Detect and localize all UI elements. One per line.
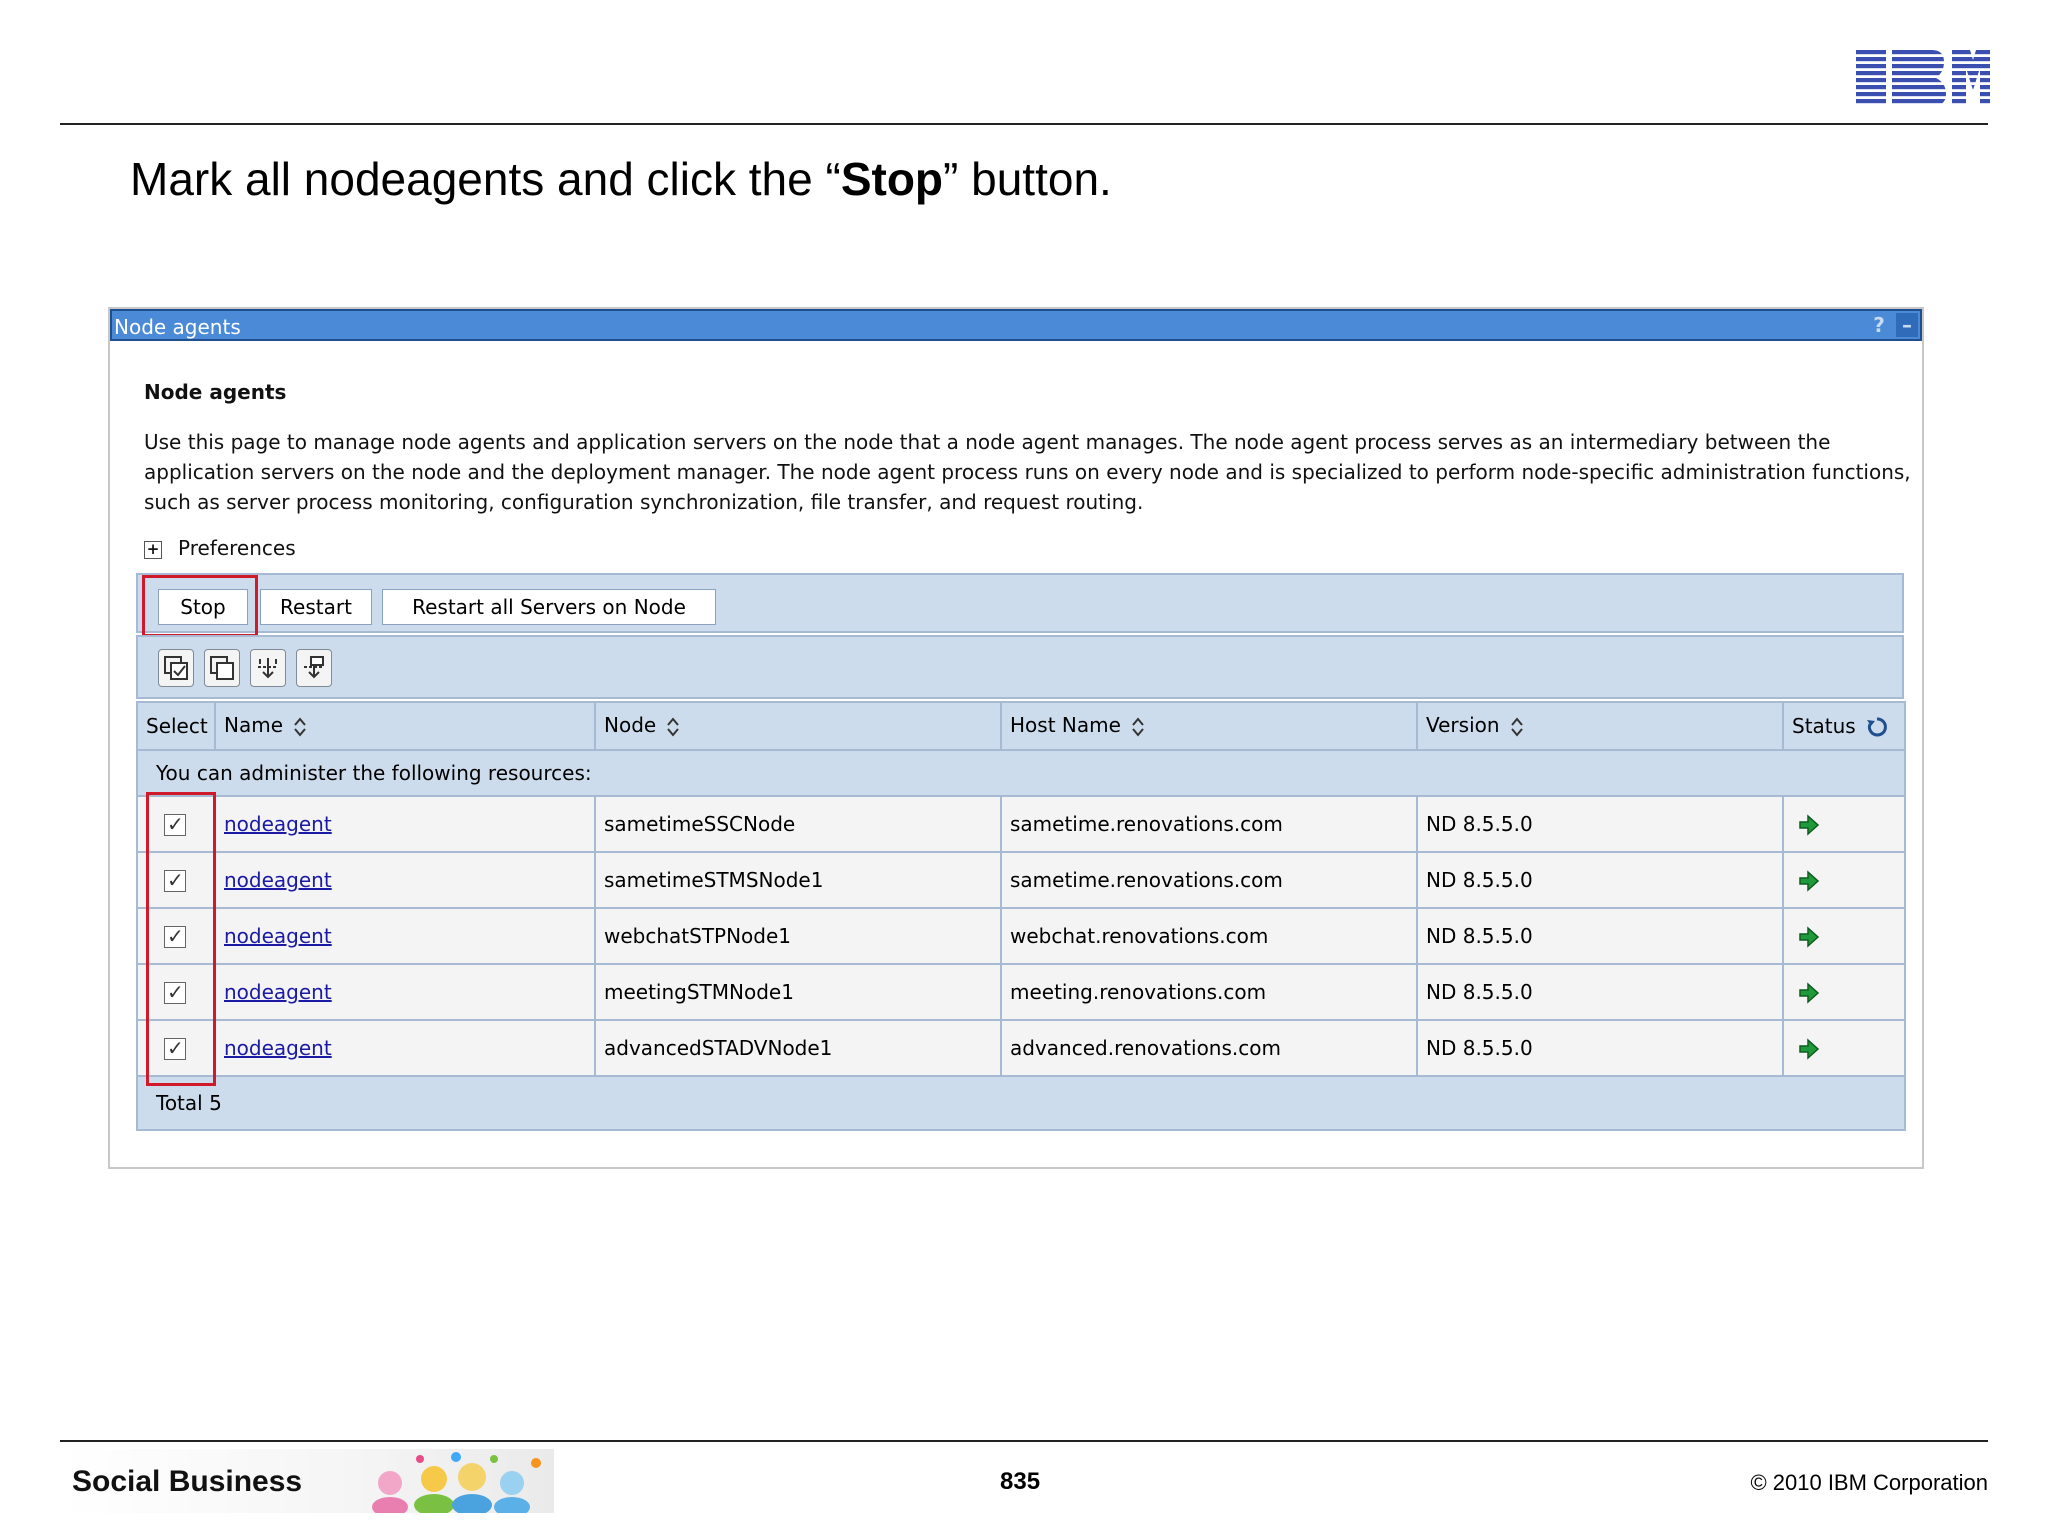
people-graphic [372, 1452, 541, 1513]
nodeagent-link[interactable]: nodeagent [224, 868, 332, 892]
minimize-button[interactable]: – [1896, 313, 1918, 337]
sort-icon[interactable] [1131, 715, 1145, 739]
column-header-name[interactable]: Name [214, 701, 596, 751]
nodeagent-link[interactable]: nodeagent [224, 924, 332, 948]
nodeagent-link[interactable]: nodeagent [224, 980, 332, 1004]
sort-icon[interactable] [293, 715, 307, 739]
started-arrow-icon [1799, 982, 1820, 1004]
checkbox-column-highlight [146, 792, 216, 1086]
version-cell: ND 8.5.5.0 [1416, 963, 1784, 1021]
section-description: Use this page to manage node agents and … [144, 430, 1911, 514]
node-agents-table: Select Name Node Host Name Version Statu… [136, 701, 1906, 1131]
nodeagent-link[interactable]: nodeagent [224, 812, 332, 836]
slide-title: Mark all nodeagents and click the “Stop”… [130, 153, 1112, 205]
footer-rule [60, 1440, 1988, 1442]
host-cell: sametime.renovations.com [1000, 795, 1418, 853]
status-cell [1782, 1019, 1906, 1077]
refresh-icon[interactable] [1866, 716, 1888, 738]
expand-plus-icon[interactable]: + [144, 541, 162, 559]
expand-filter-icon[interactable] [250, 649, 286, 687]
page-number: 835 [1000, 1468, 1041, 1495]
name-cell: nodeagent [214, 795, 596, 853]
restart-button[interactable]: Restart [260, 589, 372, 625]
host-cell: meeting.renovations.com [1000, 963, 1418, 1021]
help-button[interactable]: ? [1868, 313, 1890, 337]
restart-all-servers-button[interactable]: Restart all Servers on Node [382, 589, 716, 625]
table-row: nodeagent webchatSTPNode1 webchat.renova… [136, 907, 1906, 965]
status-cell [1782, 851, 1906, 909]
name-cell: nodeagent [214, 907, 596, 965]
version-cell: ND 8.5.5.0 [1416, 907, 1784, 965]
column-header-select: Select [136, 701, 216, 751]
panel-title: Node agents [114, 315, 241, 339]
preferences-link[interactable]: Preferences [178, 536, 296, 560]
name-cell: nodeagent [214, 1019, 596, 1077]
resources-note-row: You can administer the following resourc… [136, 749, 1906, 797]
table-tool-bar [136, 635, 1904, 699]
table-header-row: Select Name Node Host Name Version Statu… [136, 701, 1906, 751]
started-arrow-icon [1799, 1038, 1820, 1060]
total-count: Total 5 [136, 1075, 1906, 1131]
node-agents-panel: Node agents ? – Node agents Use this pag… [108, 307, 1924, 1169]
host-cell: sametime.renovations.com [1000, 851, 1418, 909]
status-cell [1782, 963, 1906, 1021]
host-cell: webchat.renovations.com [1000, 907, 1418, 965]
table-row: nodeagent sametimeSTMSNode1 sametime.ren… [136, 851, 1906, 909]
panel-titlebar: Node agents ? – [110, 309, 1922, 341]
resources-note: You can administer the following resourc… [136, 749, 1906, 797]
name-cell: nodeagent [214, 963, 596, 1021]
node-cell: meetingSTMNode1 [594, 963, 1002, 1021]
started-arrow-icon [1799, 814, 1820, 836]
column-header-status: Status [1782, 701, 1906, 751]
sort-icon[interactable] [1510, 715, 1524, 739]
stop-button-highlight [142, 575, 258, 637]
node-cell: advancedSTADVNode1 [594, 1019, 1002, 1077]
version-cell: ND 8.5.5.0 [1416, 795, 1784, 853]
sort-icon[interactable] [666, 715, 680, 739]
started-arrow-icon [1799, 926, 1820, 948]
action-button-bar: Stop Restart Restart all Servers on Node [136, 573, 1904, 637]
status-cell [1782, 795, 1906, 853]
column-header-version[interactable]: Version [1416, 701, 1784, 751]
social-business-banner: Social Business [60, 1449, 554, 1513]
table-total-row: Total 5 [136, 1075, 1906, 1131]
version-cell: ND 8.5.5.0 [1416, 1019, 1784, 1077]
node-cell: webchatSTPNode1 [594, 907, 1002, 965]
node-cell: sametimeSTMSNode1 [594, 851, 1002, 909]
table-row: nodeagent advancedSTADVNode1 advanced.re… [136, 1019, 1906, 1077]
name-cell: nodeagent [214, 851, 596, 909]
nodeagent-link[interactable]: nodeagent [224, 1036, 332, 1060]
version-cell: ND 8.5.5.0 [1416, 851, 1784, 909]
status-cell [1782, 907, 1906, 965]
section-heading: Node agents [144, 380, 287, 404]
table-row: nodeagent sametimeSSCNode sametime.renov… [136, 795, 1906, 853]
clear-filter-icon[interactable] [296, 649, 332, 687]
select-all-icon[interactable] [158, 649, 194, 687]
column-header-host-name[interactable]: Host Name [1000, 701, 1418, 751]
table-row: nodeagent meetingSTMNode1 meeting.renova… [136, 963, 1906, 1021]
footer-brand-text: Social Business [72, 1465, 303, 1498]
started-arrow-icon [1799, 870, 1820, 892]
copyright: © 2010 IBM Corporation [1750, 1470, 1988, 1495]
deselect-all-icon[interactable] [204, 649, 240, 687]
ibm-logo [1856, 50, 1990, 106]
slide-title-emphasis: Stop [840, 153, 944, 205]
host-cell: advanced.renovations.com [1000, 1019, 1418, 1077]
node-cell: sametimeSSCNode [594, 795, 1002, 853]
header-rule [60, 123, 1988, 125]
column-header-node[interactable]: Node [594, 701, 1002, 751]
